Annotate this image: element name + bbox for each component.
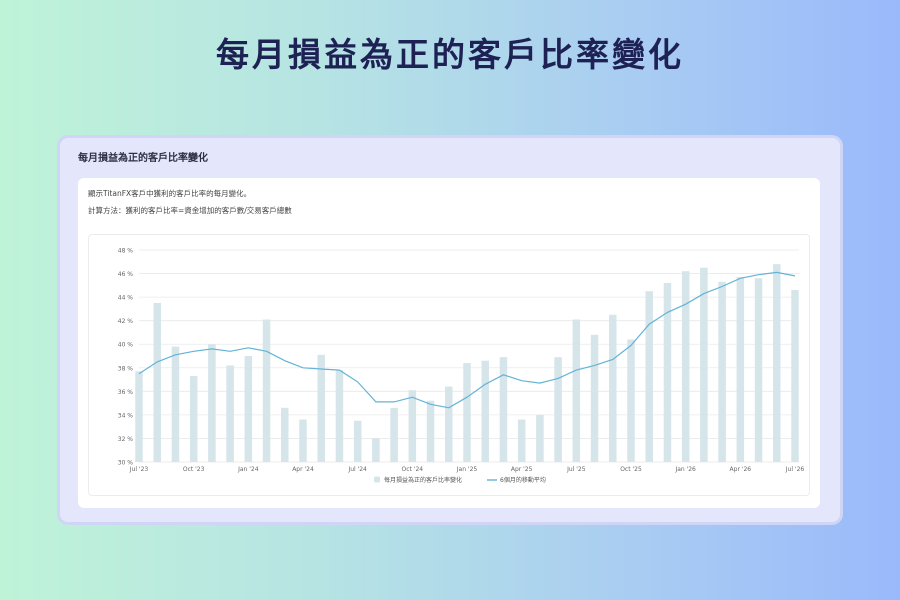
bar xyxy=(189,376,198,462)
x-tick-label: Apr '26 xyxy=(730,466,752,473)
x-tick-label: Oct '25 xyxy=(620,466,642,473)
bar xyxy=(153,303,161,462)
x-tick-label: Jan '25 xyxy=(456,466,478,473)
bar xyxy=(335,370,344,462)
bar xyxy=(754,278,763,462)
x-tick-label: Oct '23 xyxy=(183,466,205,473)
bar xyxy=(681,271,690,462)
card-header: 每月損益為正的客戶比率變化 xyxy=(78,153,208,164)
y-tick-label: 44 % xyxy=(118,295,134,302)
y-tick-label: 36 % xyxy=(118,389,134,396)
chart-svg: 30 %32 %34 %36 %38 %40 %42 %44 %46 %48 %… xyxy=(118,248,805,485)
x-tick-label: Apr '24 xyxy=(292,466,314,473)
y-tick-label: 46 % xyxy=(118,271,134,278)
bar xyxy=(517,419,526,462)
bar xyxy=(317,354,325,462)
legend-swatch-bars xyxy=(374,476,380,483)
bar xyxy=(408,390,417,462)
x-tick-label: Jan '24 xyxy=(237,466,259,473)
bar xyxy=(499,357,508,462)
bar xyxy=(736,277,745,462)
legend-label-bars: 每月損益為正的客戶比率變化 xyxy=(384,476,462,484)
x-tick-label: Jan '26 xyxy=(674,466,696,473)
bar xyxy=(372,438,380,462)
bar xyxy=(554,357,562,462)
bar xyxy=(226,365,234,462)
bar xyxy=(262,319,271,462)
bar xyxy=(645,291,653,462)
bar xyxy=(171,346,180,462)
bar xyxy=(572,319,581,462)
bar xyxy=(445,386,453,462)
bar xyxy=(208,344,216,462)
bar xyxy=(244,356,253,462)
bar xyxy=(426,400,435,462)
bar xyxy=(135,371,143,462)
bar xyxy=(718,281,726,462)
y-tick-label: 34 % xyxy=(118,412,134,419)
bar xyxy=(536,414,544,462)
description-line-2: 計算方法：獲利的客戶比率=資金增加的客戶數/交易客戶總數 xyxy=(88,206,292,215)
card-body: 顯示TitanFX客戶中獲利的客戶比率的每月變化。 計算方法：獲利的客戶比率=資… xyxy=(78,178,820,508)
y-tick-label: 32 % xyxy=(118,436,134,443)
bar xyxy=(463,363,471,462)
x-tick-label: Jul '26 xyxy=(785,466,805,473)
description-line-1: 顯示TitanFX客戶中獲利的客戶比率的每月變化。 xyxy=(88,189,252,198)
bar xyxy=(663,282,672,462)
chart-container: 30 % 32 % 34 % 36 % 38 % 40 % 42 % 44 % 46 % 48 %… xyxy=(88,234,810,496)
bar xyxy=(299,419,307,462)
bar xyxy=(390,407,398,462)
bar xyxy=(773,264,781,462)
bar xyxy=(791,290,799,462)
chart-card: 每月損益為正的客戶比率變化 顯示TitanFX客戶中獲利的客戶比率的每月變化。 … xyxy=(60,138,840,522)
x-tick-label: Jul '24 xyxy=(347,466,367,473)
x-tick-label: Jul '25 xyxy=(566,466,586,473)
bar xyxy=(281,407,289,462)
x-tick-label: Jul '23 xyxy=(129,466,149,473)
bar xyxy=(590,334,599,462)
x-tick-label: Oct '24 xyxy=(402,466,424,473)
y-tick-label: 48 % xyxy=(118,248,134,255)
page-title: 每月損益為正的客戶比率變化 xyxy=(216,35,684,74)
y-tick-label: 42 % xyxy=(118,318,134,325)
bar xyxy=(627,339,635,462)
legend-label-line: 6個月的移動平均 xyxy=(500,476,546,484)
bar xyxy=(353,420,362,462)
y-tick-label: 40 % xyxy=(118,342,134,349)
bar xyxy=(481,360,489,462)
x-tick-label: Apr '25 xyxy=(511,466,533,473)
bar xyxy=(700,267,708,462)
bar xyxy=(609,314,617,462)
y-tick-label: 38 % xyxy=(118,365,134,372)
